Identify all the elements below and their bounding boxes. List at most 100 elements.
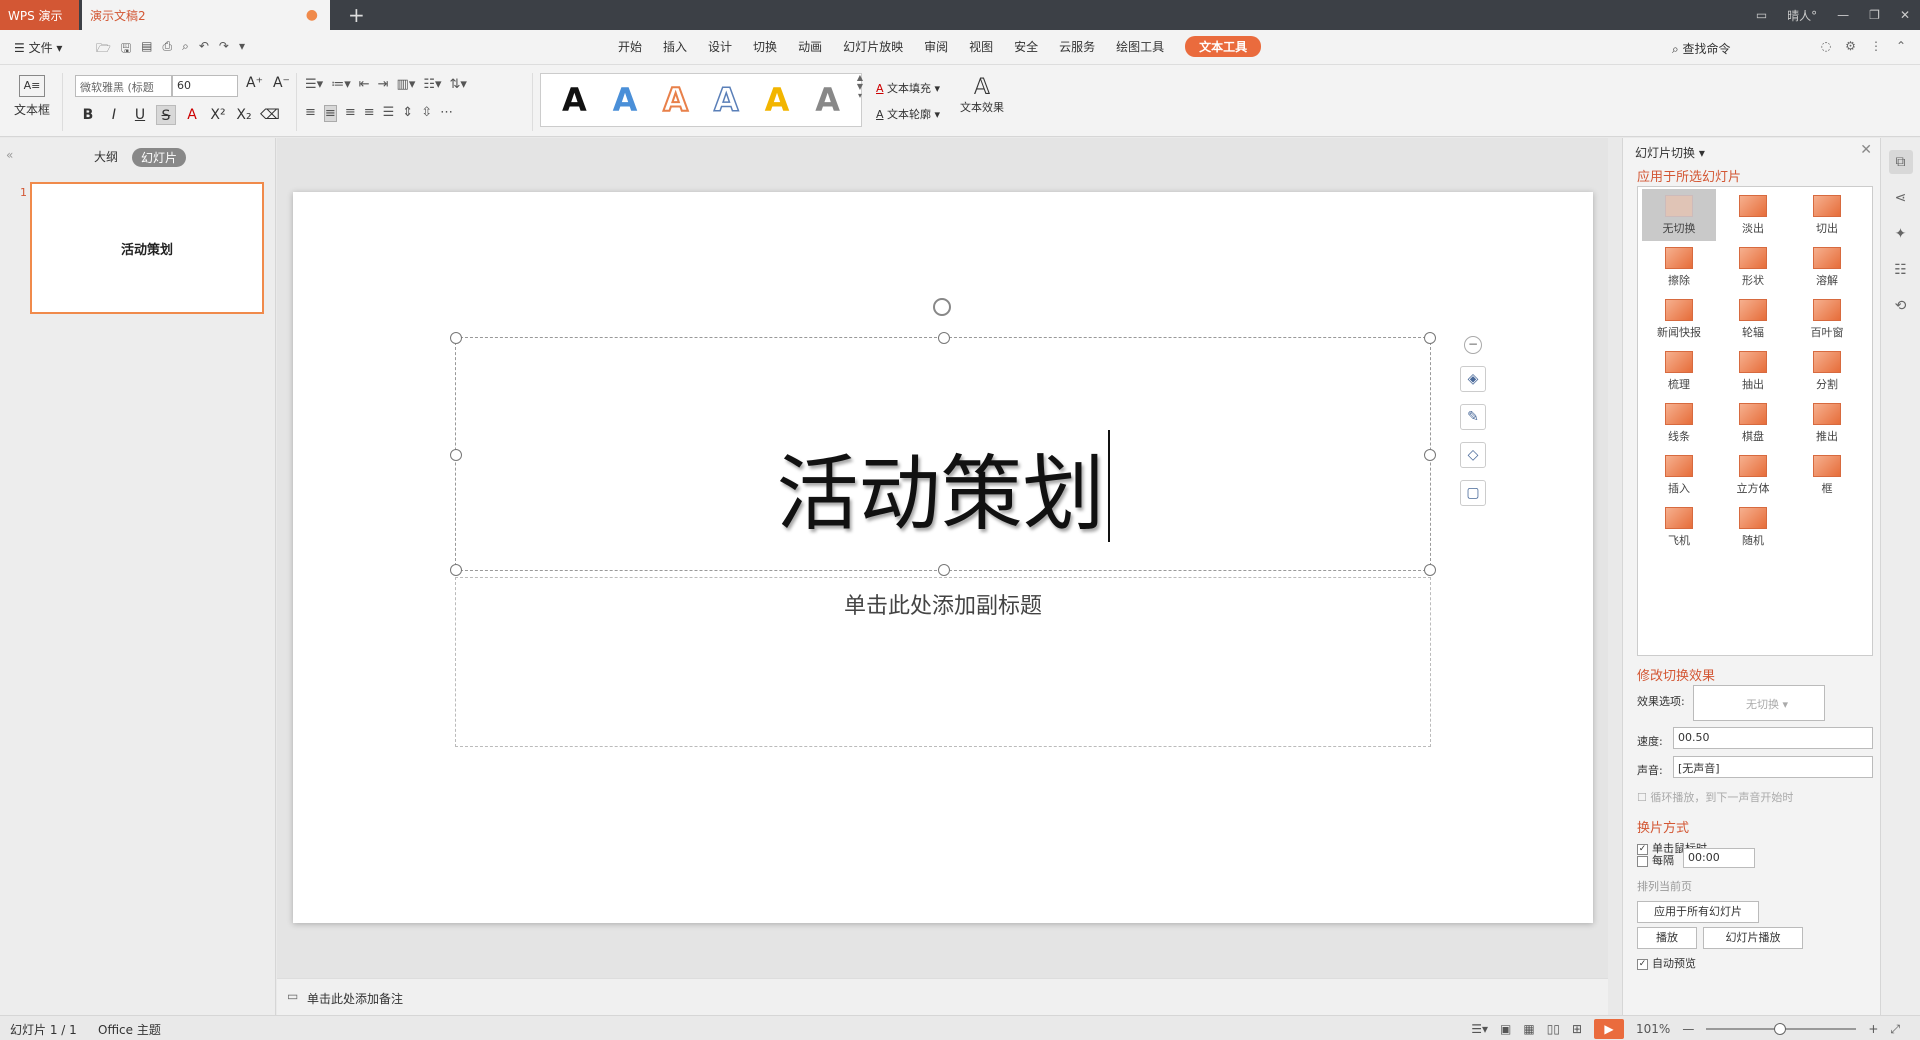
justify-icon[interactable]: ≡	[364, 105, 375, 122]
bullets-icon[interactable]: ☰▾	[305, 77, 323, 92]
resize-handle[interactable]	[938, 564, 950, 576]
resize-handle[interactable]	[938, 332, 950, 344]
transition-item[interactable]: 切出	[1790, 189, 1864, 241]
print-preview-icon[interactable]: ⌕	[182, 39, 189, 60]
file-menu[interactable]: ☰ 文件 ▾	[14, 39, 62, 56]
tab-outline[interactable]: 大纲	[94, 148, 118, 167]
every-checkbox[interactable]: 每隔	[1637, 852, 1674, 868]
superscript-icon[interactable]: X²	[208, 105, 228, 125]
zoom-out-icon[interactable]: —	[1682, 1022, 1694, 1036]
play-slideshow-icon[interactable]: ▶	[1594, 1019, 1625, 1039]
resize-handle[interactable]	[450, 332, 462, 344]
transition-item[interactable]: 立方体	[1716, 449, 1790, 501]
tab-cloud[interactable]: 云服务	[1059, 38, 1095, 57]
pin-icon[interactable]: ✦	[1889, 222, 1913, 246]
transition-panel-icon[interactable]: ⧉	[1888, 150, 1913, 174]
transition-item[interactable]: 推出	[1790, 397, 1864, 449]
wordart-style-blue[interactable]: A	[613, 81, 638, 119]
chat-icon[interactable]: ◌	[1821, 39, 1831, 53]
theme-name[interactable]: Office 主题	[98, 1021, 161, 1038]
rotate-handle[interactable]	[933, 298, 951, 316]
resize-handle[interactable]	[1424, 449, 1436, 461]
open-icon[interactable]: 🗁	[96, 39, 111, 60]
tab-text-tools[interactable]: 文本工具	[1185, 36, 1262, 57]
tab-insert[interactable]: 插入	[663, 38, 687, 57]
play-button[interactable]: 播放	[1637, 927, 1697, 949]
wordart-style-black[interactable]: A	[562, 81, 587, 119]
subtitle-placeholder[interactable]: 单击此处添加副标题	[455, 577, 1431, 747]
title-placeholder[interactable]: 活动策划	[450, 332, 1436, 576]
wordart-scroll[interactable]: ▲ ▼ ▾	[856, 73, 864, 127]
close-icon[interactable]: ✕	[1900, 8, 1910, 22]
collapse-toolbar-icon[interactable]: −	[1464, 336, 1482, 354]
numbering-icon[interactable]: ≔▾	[331, 77, 351, 92]
align-center-icon[interactable]: ≡	[323, 105, 337, 122]
tab-drawing-tools[interactable]: 绘图工具	[1116, 38, 1164, 57]
distribute-icon[interactable]: ☰	[383, 105, 395, 122]
slide-sorter-icon[interactable]: ▦	[1523, 1022, 1534, 1036]
columns-icon[interactable]: ▥▾	[397, 77, 416, 92]
font-name-select[interactable]: 微软雅黑 (标题	[75, 75, 172, 97]
decrease-indent-icon[interactable]: ⇤	[359, 77, 370, 92]
fit-window-icon[interactable]: ⤢	[1890, 1022, 1900, 1037]
wordart-style-gray[interactable]: A	[815, 81, 840, 119]
effect-options-select[interactable]: 无切换 ▾	[1693, 685, 1825, 721]
apply-all-button[interactable]: 应用于所有幻灯片	[1637, 901, 1759, 923]
transition-item[interactable]: 抽出	[1716, 345, 1790, 397]
text-outline-button[interactable]: A 文本轮廓 ▾	[876, 106, 940, 122]
line-spacing-icon[interactable]: ☷▾	[423, 77, 441, 92]
notes-pane[interactable]: ▭ 单击此处添加备注	[277, 978, 1608, 1015]
wordart-style-gold[interactable]: A	[765, 81, 790, 119]
wordart-style-orange-outline[interactable]: A	[662, 80, 689, 120]
zoom-slider-knob[interactable]	[1774, 1023, 1787, 1035]
user-name[interactable]: 晴人°	[1787, 7, 1817, 24]
pen-icon[interactable]: ✎	[1460, 404, 1486, 430]
slide-thumbnail[interactable]: 活动策划	[30, 182, 264, 314]
transition-item[interactable]: 棋盘	[1716, 397, 1790, 449]
speed-input[interactable]: 00.50	[1673, 727, 1873, 749]
export-pdf-icon[interactable]: ▤	[141, 39, 152, 60]
transition-item[interactable]: 框	[1790, 449, 1864, 501]
wordart-style-blue-outline[interactable]: A	[713, 80, 739, 120]
transition-item[interactable]: 轮辐	[1716, 293, 1790, 345]
transition-item[interactable]: 形状	[1716, 241, 1790, 293]
layers-icon[interactable]: ◈	[1460, 366, 1486, 392]
normal-view-icon[interactable]: ▣	[1500, 1022, 1511, 1036]
window-mode-icon[interactable]: ▭	[1756, 8, 1767, 22]
slideshow-button[interactable]: 幻灯片播放	[1703, 927, 1803, 949]
transition-item[interactable]: 随机	[1716, 501, 1790, 553]
reading-view-icon[interactable]: ▯▯	[1547, 1022, 1560, 1036]
tab-animation[interactable]: 动画	[798, 38, 822, 57]
transition-item[interactable]: 梳理	[1642, 345, 1716, 397]
textbox-button[interactable]: A≡ 文本框	[10, 75, 54, 118]
minimize-icon[interactable]: —	[1837, 8, 1849, 22]
app-tab[interactable]: WPS 演示	[0, 0, 79, 30]
transition-item[interactable]: 无切换	[1642, 189, 1716, 241]
customize-icon[interactable]: ▾	[239, 39, 245, 60]
every-time-input[interactable]: 00:00	[1683, 848, 1755, 868]
collapse-panel-icon[interactable]: «	[6, 148, 13, 162]
text-direction-icon[interactable]: ⇅▾	[450, 77, 467, 92]
transition-item[interactable]: 新闻快报	[1642, 293, 1716, 345]
document-tab[interactable]: 演示文稿2 ●	[82, 0, 330, 30]
resize-handle[interactable]	[450, 564, 462, 576]
zoom-level[interactable]: 101%	[1636, 1022, 1670, 1036]
resize-handle[interactable]	[450, 449, 462, 461]
transition-item[interactable]: 插入	[1642, 449, 1716, 501]
collapse-ribbon-icon[interactable]: ⌃	[1896, 39, 1906, 53]
notes-placeholder[interactable]: 单击此处添加备注	[307, 990, 403, 1007]
history-icon[interactable]: ⟲	[1889, 294, 1913, 318]
font-size-select[interactable]: 60	[172, 75, 238, 97]
more-icon[interactable]: ⋮	[1870, 39, 1882, 53]
slide-title[interactable]: 活动策划	[776, 427, 1104, 546]
fullscreen-icon[interactable]: ⊞	[1572, 1022, 1582, 1036]
new-tab-button[interactable]: +	[340, 0, 373, 30]
tab-transitions[interactable]: 切换	[753, 38, 777, 57]
font-color-icon[interactable]: A	[182, 105, 202, 125]
text-fill-button[interactable]: A 文本填充 ▾	[876, 80, 940, 96]
frame-icon[interactable]: ▢	[1460, 480, 1486, 506]
tab-review[interactable]: 审阅	[924, 38, 948, 57]
share-icon[interactable]: ⋖	[1889, 186, 1913, 210]
tab-security[interactable]: 安全	[1014, 38, 1038, 57]
bold-icon[interactable]: B	[78, 105, 98, 125]
